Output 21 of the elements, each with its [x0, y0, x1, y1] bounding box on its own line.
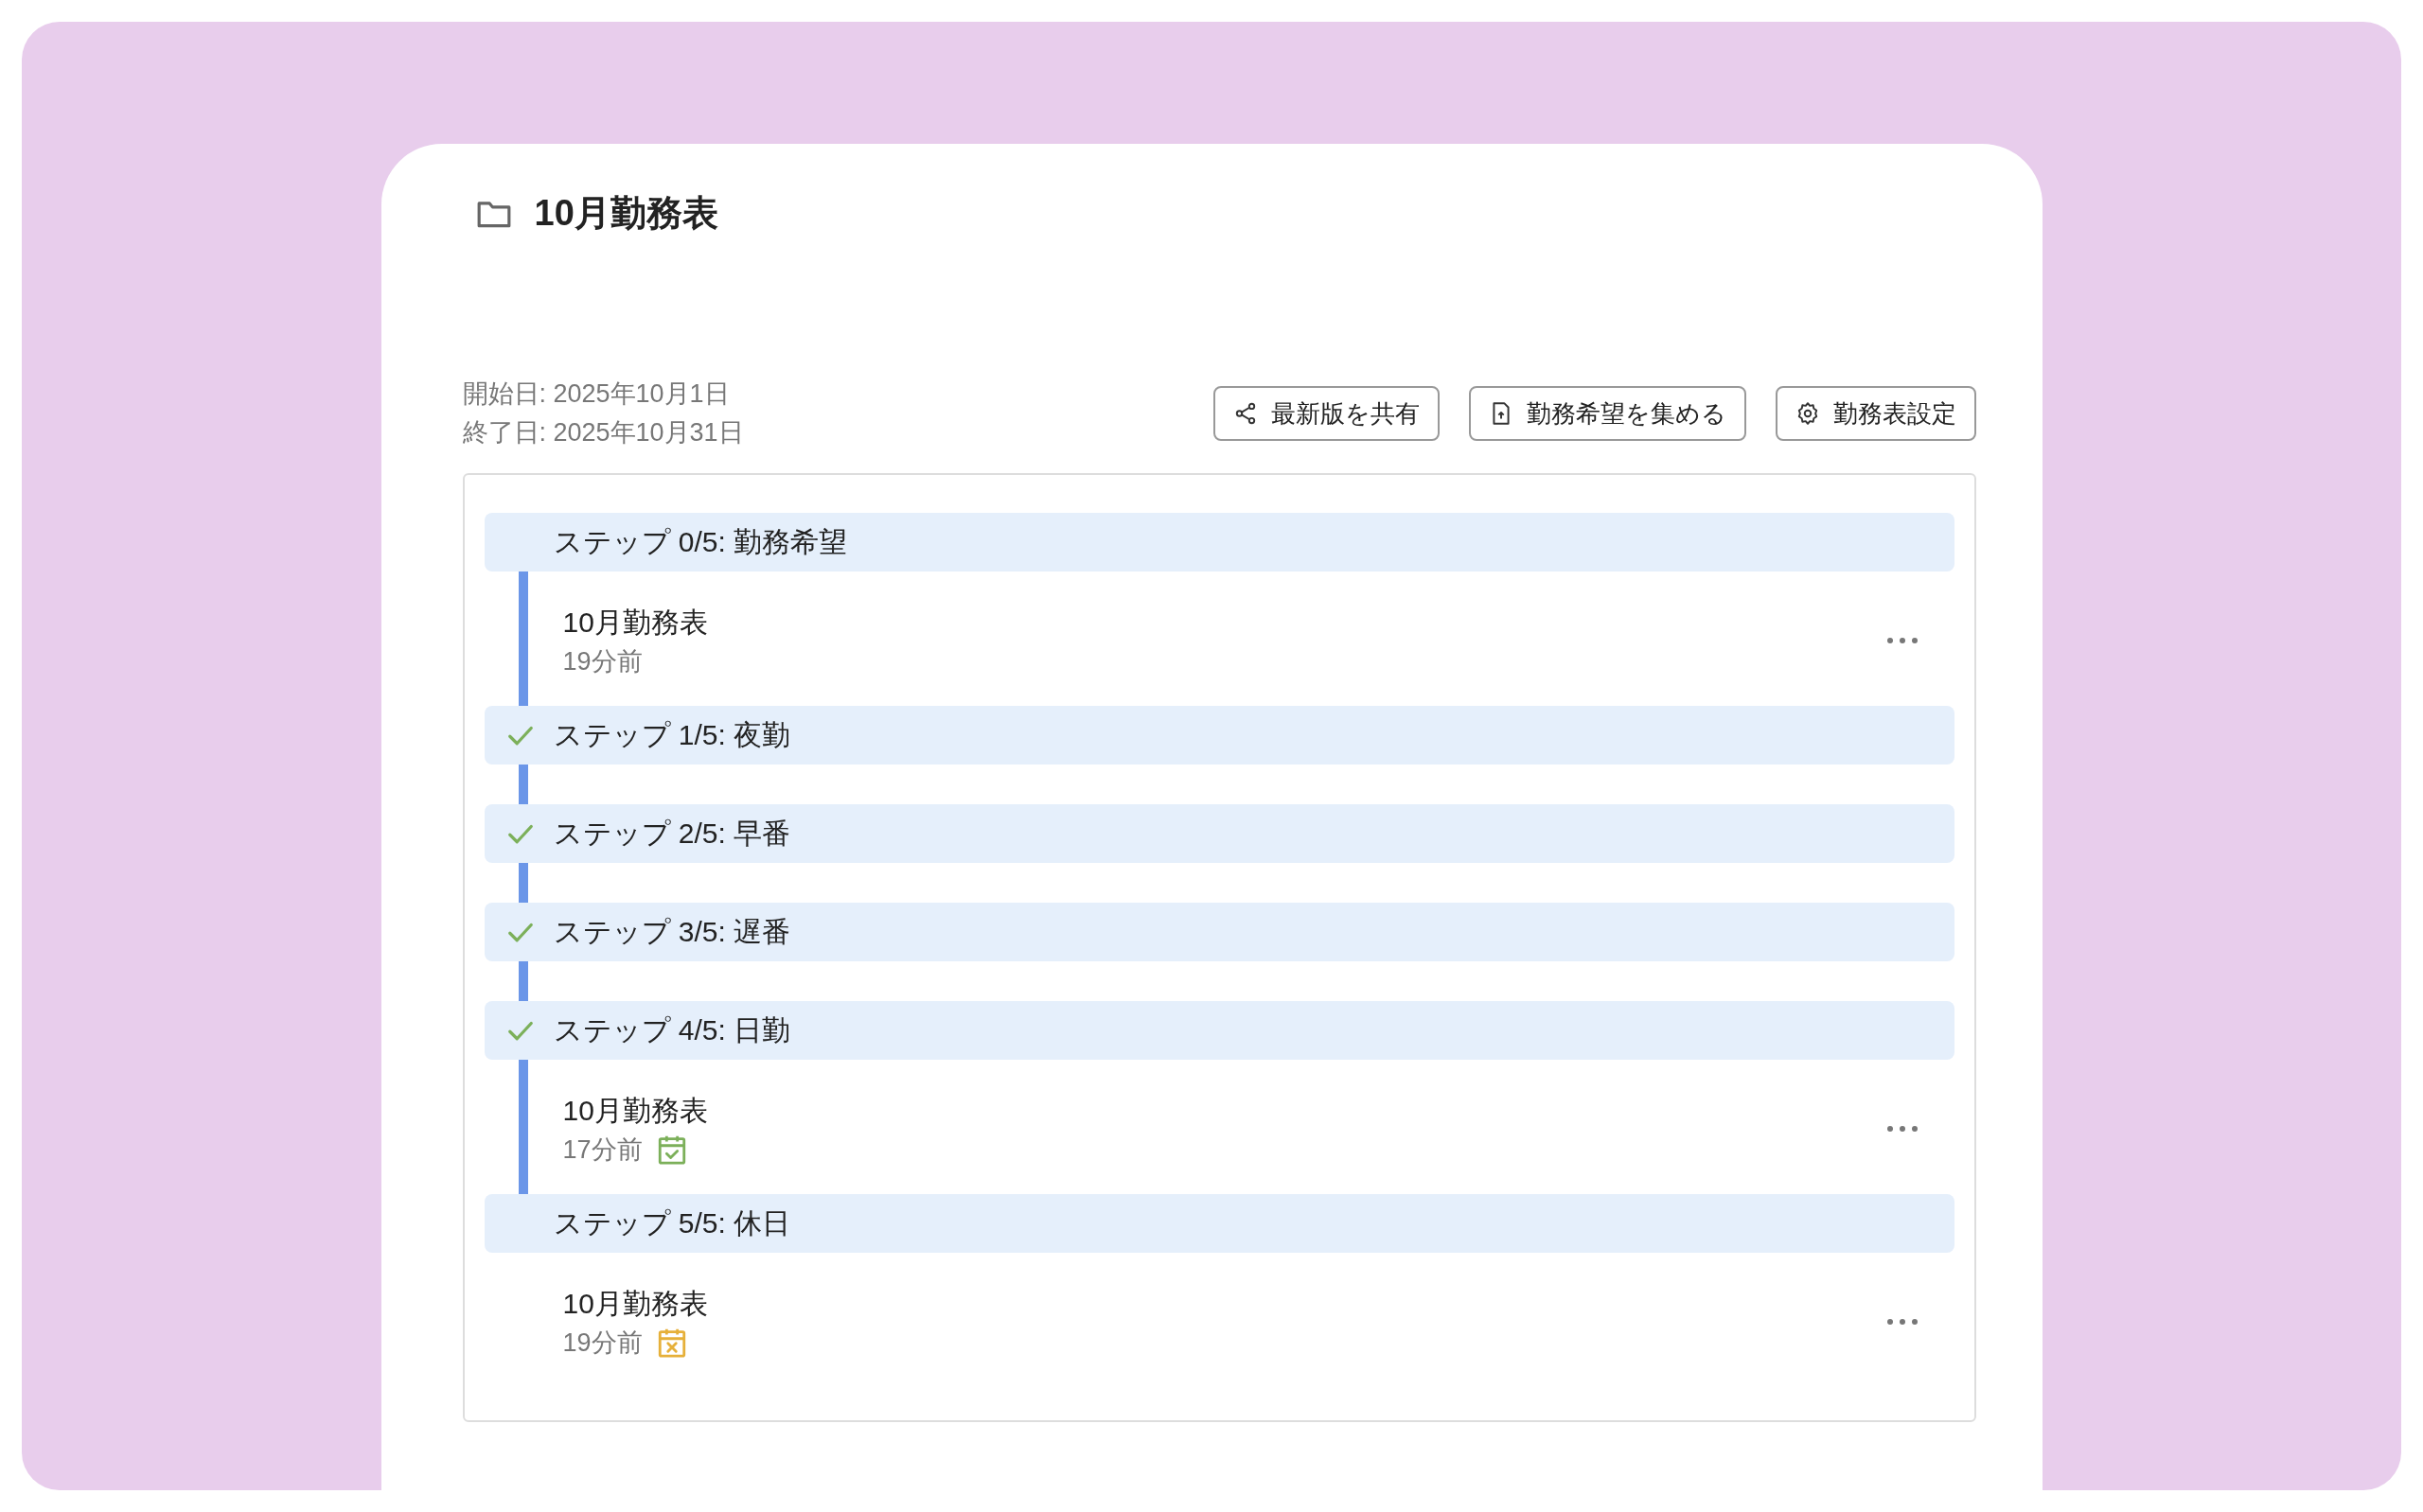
step-title: ステップ 1/5: 夜勤	[553, 717, 791, 752]
more-options-icon[interactable]	[1885, 1125, 1919, 1133]
page-title: 10月勤務表	[534, 192, 718, 235]
step-title: ステップ 0/5: 勤務希望	[553, 524, 848, 559]
schedule-name[interactable]: 10月勤務表	[562, 1284, 708, 1324]
share-button[interactable]: 最新版を共有	[1212, 386, 1440, 441]
step-title: ステップ 5/5: 休日	[553, 1205, 791, 1240]
timestamp: 19分前	[562, 646, 643, 677]
timestamp: 17分前	[562, 1134, 643, 1166]
step-title: ステップ 4/5: 日勤	[553, 1012, 791, 1047]
collect-requests-button[interactable]: 勤務希望を集める	[1468, 386, 1746, 441]
more-options-icon[interactable]	[1885, 637, 1919, 644]
schedule-name[interactable]: 10月勤務表	[562, 603, 708, 642]
settings-button[interactable]: 勤務表設定	[1775, 386, 1976, 441]
step-title: ステップ 3/5: 遅番	[553, 914, 791, 949]
schedule-name[interactable]: 10月勤務表	[562, 1091, 708, 1131]
end-date: 終了日: 2025年10月31日	[462, 417, 744, 448]
step-title: ステップ 2/5: 早番	[553, 816, 791, 851]
timestamp: 19分前	[562, 1327, 643, 1359]
more-options-icon[interactable]	[1885, 1318, 1919, 1326]
start-date: 開始日: 2025年10月1日	[462, 378, 731, 410]
